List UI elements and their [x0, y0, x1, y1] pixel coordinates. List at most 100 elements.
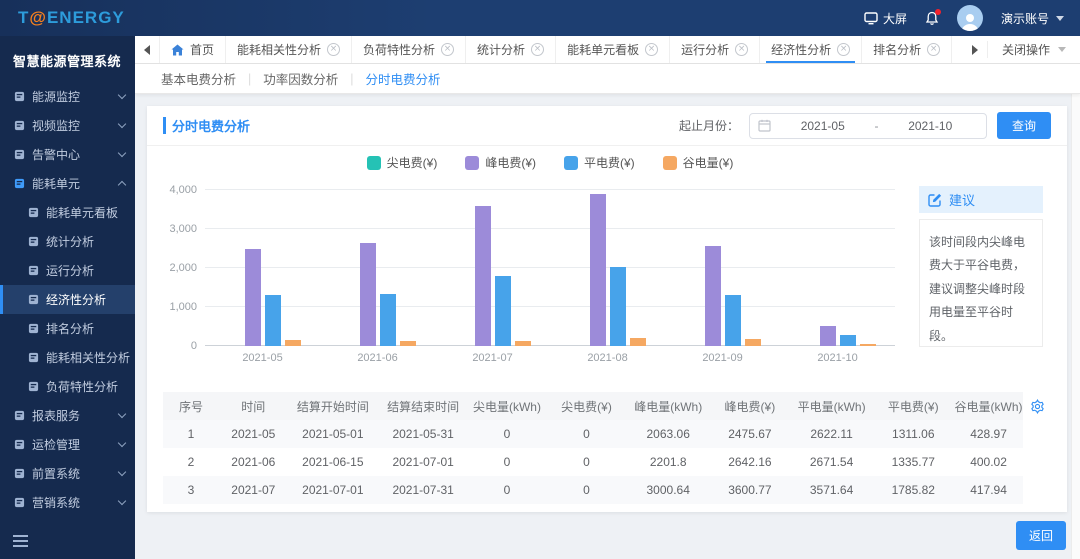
- tab-item[interactable]: 经济性分析 ×: [760, 36, 863, 63]
- column-header: 平电费(¥): [872, 392, 955, 420]
- legend-item[interactable]: 尖电费(¥): [366, 154, 437, 171]
- bar: [609, 267, 626, 346]
- table-cell: 1335.77: [891, 455, 935, 469]
- sidebar-item[interactable]: 统计分析: [0, 227, 135, 256]
- sidebar-item[interactable]: 经济性分析: [0, 285, 135, 314]
- front-system-icon: [14, 468, 25, 479]
- tab-item[interactable]: 运行分析 ×: [670, 36, 761, 63]
- table-cell: 2021-06-15: [302, 455, 364, 469]
- close-operations-dropdown[interactable]: 关闭操作: [986, 41, 1080, 58]
- tabs-scroll-left-button[interactable]: [135, 36, 159, 63]
- legend-swatch: [465, 155, 480, 170]
- sidebar-item[interactable]: 报表服务: [0, 401, 135, 430]
- tabs-scroll-right-button[interactable]: [963, 44, 987, 55]
- sidebar-item[interactable]: 前置系统: [0, 459, 135, 488]
- tab-close-icon[interactable]: ×: [735, 43, 749, 56]
- table-cell: 2063.06: [646, 427, 690, 441]
- subtab-item[interactable]: 分时电费分析: [354, 69, 453, 88]
- sidebar-item[interactable]: 能耗单元看板: [0, 198, 135, 227]
- operation-analysis-icon: [28, 265, 39, 276]
- tab-label: 负荷特性分析: [363, 43, 436, 57]
- sidebar-item[interactable]: 营销系统: [0, 488, 135, 517]
- date-to-value[interactable]: 2021-10: [882, 119, 978, 133]
- sidebar-item[interactable]: 排名分析: [0, 314, 135, 343]
- tab-item[interactable]: 负荷特性分析 ×: [352, 36, 467, 63]
- back-button[interactable]: 返回: [1015, 521, 1066, 550]
- legend-item[interactable]: 峰电费(¥): [465, 154, 536, 171]
- legend-item[interactable]: 谷电量(¥): [662, 154, 733, 171]
- chevron-down-icon: [117, 438, 127, 448]
- chevron-down-icon: [117, 148, 127, 158]
- calendar-icon: [758, 119, 771, 132]
- section-title: 分时电费分析: [163, 116, 250, 135]
- tab-item[interactable]: 排名分析 ×: [862, 36, 953, 63]
- subtab-item[interactable]: 功率因数分析: [251, 69, 350, 88]
- bar: [859, 343, 876, 346]
- sidebar-item[interactable]: 运行分析: [0, 256, 135, 285]
- collapse-menu-icon[interactable]: [13, 535, 28, 547]
- sidebar-item[interactable]: 能耗相关性分析: [0, 343, 135, 372]
- x-tick-label: 2021-05: [242, 352, 283, 364]
- date-from-value[interactable]: 2021-05: [775, 119, 871, 133]
- table-cell: 3: [187, 483, 195, 497]
- tab-close-icon[interactable]: ×: [531, 43, 545, 56]
- column-header: 结算开始时间: [287, 392, 378, 420]
- column-header: 序号: [163, 392, 219, 420]
- table-cell: 2021-08: [219, 504, 288, 512]
- tab-close-icon[interactable]: ×: [441, 43, 455, 56]
- sidebar-item-label: 能源监控: [32, 90, 81, 104]
- tab-close-icon[interactable]: ×: [927, 43, 941, 56]
- x-tick-label: 2021-07: [472, 352, 513, 364]
- x-tick-label: 2021-08: [587, 352, 628, 364]
- table-cell: 2021-07-31: [392, 483, 454, 497]
- sidebar-item-label: 运检管理: [32, 438, 81, 452]
- sidebar-item[interactable]: 告警中心: [0, 140, 135, 169]
- sidebar-item-label: 前置系统: [32, 467, 81, 481]
- legend-item[interactable]: 平电费(¥): [564, 154, 635, 171]
- table-cell: 3256.8: [627, 504, 709, 512]
- tab-label: 经济性分析: [771, 43, 832, 57]
- bar: [264, 294, 281, 346]
- table-cell: 0: [583, 483, 590, 497]
- bar: [839, 335, 856, 346]
- account-menu[interactable]: 演示账号: [1001, 10, 1064, 27]
- chart-x-axis: 2021-05 2021-06 2021-07 2021-08 2021-09 2021-…: [205, 352, 895, 364]
- table-cell: 3600.77: [728, 483, 772, 497]
- tab-home[interactable]: 首页: [160, 36, 227, 63]
- sidebar-item[interactable]: 视频监控: [0, 111, 135, 140]
- subtab-item[interactable]: 基本电费分析: [149, 69, 248, 88]
- tab-item[interactable]: 能耗单元看板 ×: [556, 36, 671, 63]
- home-icon: [171, 44, 184, 56]
- table-settings-gear-icon[interactable]: [1030, 399, 1045, 414]
- table-cell: 3000.64: [646, 483, 690, 497]
- tab-close-icon[interactable]: ×: [645, 43, 659, 56]
- bars-area: [205, 190, 895, 346]
- big-screen-button[interactable]: 大屏: [864, 10, 907, 27]
- scrollbar[interactable]: [1071, 64, 1080, 559]
- table-cell: 1: [187, 427, 195, 441]
- avatar[interactable]: [956, 5, 983, 31]
- chart-legend: 尖电费(¥) 峰电费(¥) 平电费(¥) 谷电量(¥): [205, 154, 895, 171]
- sidebar-item[interactable]: 负荷特性分析: [0, 372, 135, 401]
- tab-close-icon[interactable]: ×: [327, 43, 341, 56]
- notification-bell-button[interactable]: [925, 8, 941, 26]
- month-range-picker[interactable]: 2021-05 - 2021-10: [748, 112, 987, 139]
- tab-item[interactable]: 统计分析 ×: [466, 36, 557, 63]
- sidebar-item[interactable]: 运检管理: [0, 430, 135, 459]
- sidebar-item-label: 能耗单元看板: [46, 206, 119, 220]
- tab-close-icon[interactable]: ×: [837, 43, 851, 56]
- column-header: 时间: [218, 392, 288, 420]
- tab-label: 运行分析: [681, 43, 730, 57]
- bar: [399, 340, 416, 346]
- tab-item[interactable]: 能耗相关性分析 ×: [226, 36, 353, 63]
- bar-group: [780, 190, 895, 346]
- table-cell: 2622.11: [810, 427, 853, 441]
- y-tick-label: 3,000: [169, 223, 197, 235]
- table-cell: 0: [503, 483, 511, 497]
- sidebar-item[interactable]: 能耗单元: [0, 169, 135, 198]
- billing-table: 序号 时间 结算开始时间 结算结束时间 尖电量(kWh) 尖电费(¥) 峰电量(kWh) 峰电…: [163, 392, 1023, 512]
- table-row: 2 2021-06 2021-06-15 2021-07-01 0 0 2201.8 2642…: [163, 448, 1023, 476]
- table-cell: 2021-07-01: [302, 483, 364, 497]
- query-button[interactable]: 查询: [996, 112, 1051, 139]
- sidebar-item[interactable]: 能源监控: [0, 82, 135, 111]
